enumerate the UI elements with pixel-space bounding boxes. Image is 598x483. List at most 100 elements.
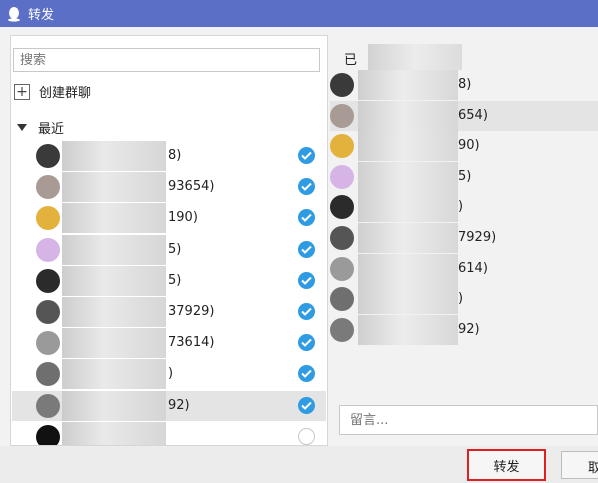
contact-row[interactable]: 37929) <box>12 297 326 327</box>
create-group-label: 创建群聊 <box>39 86 92 101</box>
selected-item[interactable]: ) <box>330 284 598 315</box>
selected-item-name: 614) <box>458 260 488 276</box>
redaction-blur <box>368 44 462 70</box>
avatar <box>36 175 60 200</box>
contact-name: 73614) <box>168 335 215 351</box>
redaction-blur <box>62 172 166 203</box>
redaction-blur <box>358 314 458 345</box>
contact-name: 92) <box>168 397 190 413</box>
avatar <box>330 317 354 342</box>
contact-picker-panel: + 创建群聊 最近 8) 93654) 190) 5) 5) 37929) 73614)) 9… <box>10 35 328 446</box>
redaction-blur <box>62 141 166 171</box>
selected-item-name: 5) <box>458 168 472 184</box>
contact-name: 37929) <box>168 304 215 319</box>
redaction-blur <box>62 359 166 390</box>
avatar <box>330 134 354 159</box>
avatar <box>330 195 354 220</box>
avatar <box>330 226 354 250</box>
contact-row[interactable]: 93654) <box>12 172 326 203</box>
avatar <box>36 331 60 356</box>
selected-item-name: 92) <box>458 321 480 337</box>
avatar <box>330 287 354 312</box>
selected-item[interactable]: 92) <box>330 314 598 345</box>
redaction-blur <box>358 100 458 131</box>
contact-name: 5) <box>168 241 182 257</box>
selected-item[interactable]: 654) <box>330 100 598 131</box>
recent-section-toggle[interactable]: 最近 <box>17 118 64 137</box>
contact-row[interactable]: 5) <box>12 265 326 296</box>
contact-name: 190) <box>168 210 198 226</box>
selected-header: 已 <box>344 49 357 68</box>
avatar <box>36 237 60 262</box>
unchecked-circle-icon[interactable] <box>298 427 315 445</box>
selected-item-name: 90) <box>458 138 480 154</box>
avatar <box>330 256 354 281</box>
contact-row[interactable]: 8) <box>12 141 326 171</box>
caret-down-icon <box>17 124 27 131</box>
avatar <box>36 300 60 324</box>
avatar <box>36 393 60 418</box>
avatar <box>330 73 354 97</box>
redaction-blur <box>358 192 458 223</box>
redaction-blur <box>358 70 458 100</box>
avatar <box>36 424 60 445</box>
avatar <box>36 206 60 231</box>
contact-name: 93654) <box>168 179 215 195</box>
contact-row[interactable]: 73614) <box>12 328 326 359</box>
checked-circle-icon[interactable] <box>298 178 315 196</box>
checked-circle-icon[interactable] <box>298 303 315 320</box>
checked-circle-icon[interactable] <box>298 147 315 164</box>
cancel-button[interactable]: 取 <box>561 451 598 479</box>
selected-panel: 已 程 8)654)90)5))7929)614))92) <box>330 35 598 395</box>
avatar <box>36 362 60 387</box>
redaction-blur <box>358 223 458 253</box>
redaction-blur <box>358 131 458 162</box>
selected-item[interactable]: 5) <box>330 161 598 192</box>
selected-header-text: 已 <box>344 53 358 68</box>
contact-row[interactable]: 190) <box>12 203 326 234</box>
avatar <box>36 144 60 168</box>
contact-row[interactable]: ) <box>12 359 326 390</box>
checked-circle-icon[interactable] <box>298 365 315 383</box>
contact-row[interactable] <box>12 421 326 445</box>
redaction-blur <box>62 328 166 359</box>
search-input[interactable] <box>13 48 320 72</box>
selected-item-name: ) <box>458 291 464 307</box>
selected-item[interactable]: ) <box>330 192 598 223</box>
contact-name: 5) <box>168 272 182 288</box>
selected-item[interactable]: 90) <box>330 131 598 162</box>
redaction-blur <box>62 421 166 445</box>
recent-label: 最近 <box>38 122 65 137</box>
contact-name: 8) <box>168 148 182 163</box>
checked-circle-icon[interactable] <box>298 396 315 414</box>
redaction-blur <box>62 234 166 265</box>
window-title: 转发 <box>28 8 55 23</box>
create-group-button[interactable]: + 创建群聊 <box>14 82 91 101</box>
checked-circle-icon[interactable] <box>298 271 315 289</box>
redaction-blur <box>358 253 458 284</box>
redaction-blur <box>62 297 166 327</box>
selected-item-name: 654) <box>458 107 488 123</box>
checked-circle-icon[interactable] <box>298 240 315 258</box>
cancel-button-label: 取 <box>588 461 598 476</box>
avatar <box>330 164 354 189</box>
qq-penguin-icon <box>8 6 20 22</box>
forward-button[interactable]: 转发 <box>467 449 546 481</box>
contact-name: ) <box>168 366 174 382</box>
selected-item[interactable]: 7929) <box>330 223 598 253</box>
selected-item-name: 7929) <box>458 230 497 245</box>
selected-item-name: 8) <box>458 77 472 92</box>
selected-item[interactable]: 614) <box>330 253 598 284</box>
contact-row[interactable]: 5) <box>12 234 326 265</box>
contact-row[interactable]: 92) <box>12 390 326 421</box>
redaction-blur <box>62 203 166 234</box>
redaction-blur <box>358 284 458 315</box>
message-input[interactable] <box>339 405 598 435</box>
title-bar: 转发 <box>0 0 598 27</box>
selected-item[interactable]: 8) <box>330 70 598 100</box>
checked-circle-icon[interactable] <box>298 334 315 352</box>
redaction-blur <box>62 265 166 296</box>
forward-button-label: 转发 <box>493 459 520 475</box>
checked-circle-icon[interactable] <box>298 209 315 227</box>
plus-icon: + <box>14 83 30 100</box>
